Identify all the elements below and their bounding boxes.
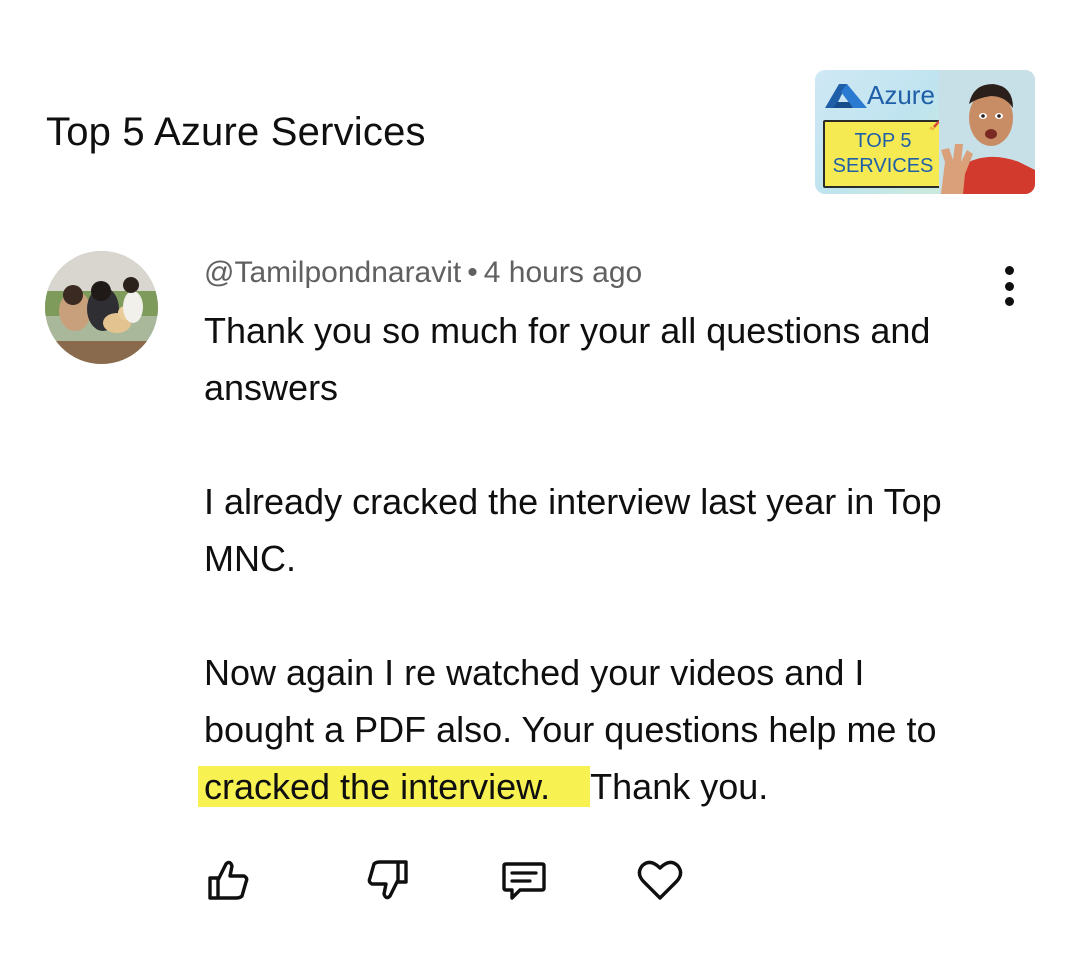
heart-icon <box>637 860 683 900</box>
heart-button[interactable] <box>632 852 688 908</box>
comment-meta: @Tamilpondnaravit • 4 hours ago <box>204 256 642 290</box>
comment-screen: Top 5 Azure Services Azure TOP 5 SERVICE… <box>0 0 1080 967</box>
comment-author[interactable]: @Tamilpondnaravit <box>204 256 461 289</box>
video-title[interactable]: Top 5 Azure Services <box>46 110 426 155</box>
comment-line: I already cracked the interview last yea… <box>204 481 942 522</box>
presenter-image <box>939 70 1035 194</box>
comment-text: Thank you so much for your all questions… <box>198 302 1024 815</box>
comment-timestamp: 4 hours ago <box>483 256 643 289</box>
more-options-button[interactable] <box>996 266 1022 306</box>
comment-line: Thank you so much for your all questions… <box>204 310 931 351</box>
comment-line: bought a PDF also. Your questions help m… <box>204 709 937 750</box>
comment-line: answers <box>204 367 339 408</box>
comment-line: cracked the interview. Thank you. <box>198 758 1024 815</box>
thumbs-down-icon <box>367 860 408 900</box>
thumbnail-badge: TOP 5 SERVICES <box>823 120 943 188</box>
thumbs-up-icon <box>208 860 249 900</box>
reply-button[interactable] <box>496 852 552 908</box>
like-button[interactable] <box>200 852 256 908</box>
reply-icon <box>502 862 546 900</box>
comment-line: Now again I re watched your videos and I <box>204 652 865 693</box>
thumbnail-badge-line2: SERVICES <box>832 155 934 177</box>
comment-line: MNC. <box>204 538 296 579</box>
meta-separator: • <box>467 256 478 289</box>
video-thumbnail[interactable]: Azure TOP 5 SERVICES <box>815 70 1035 194</box>
avatar[interactable] <box>45 251 158 364</box>
dislike-button[interactable] <box>360 852 416 908</box>
comment-tail: Thank you. <box>590 766 769 807</box>
more-vert-icon <box>1004 266 1014 275</box>
azure-logo-icon <box>825 84 867 108</box>
highlighted-text: cracked the interview. <box>198 766 591 807</box>
avatar-image <box>45 251 158 364</box>
thumbnail-brand: Azure <box>867 80 935 110</box>
thumbnail-badge-line1: TOP 5 <box>854 130 912 152</box>
comment-actions <box>200 852 700 908</box>
